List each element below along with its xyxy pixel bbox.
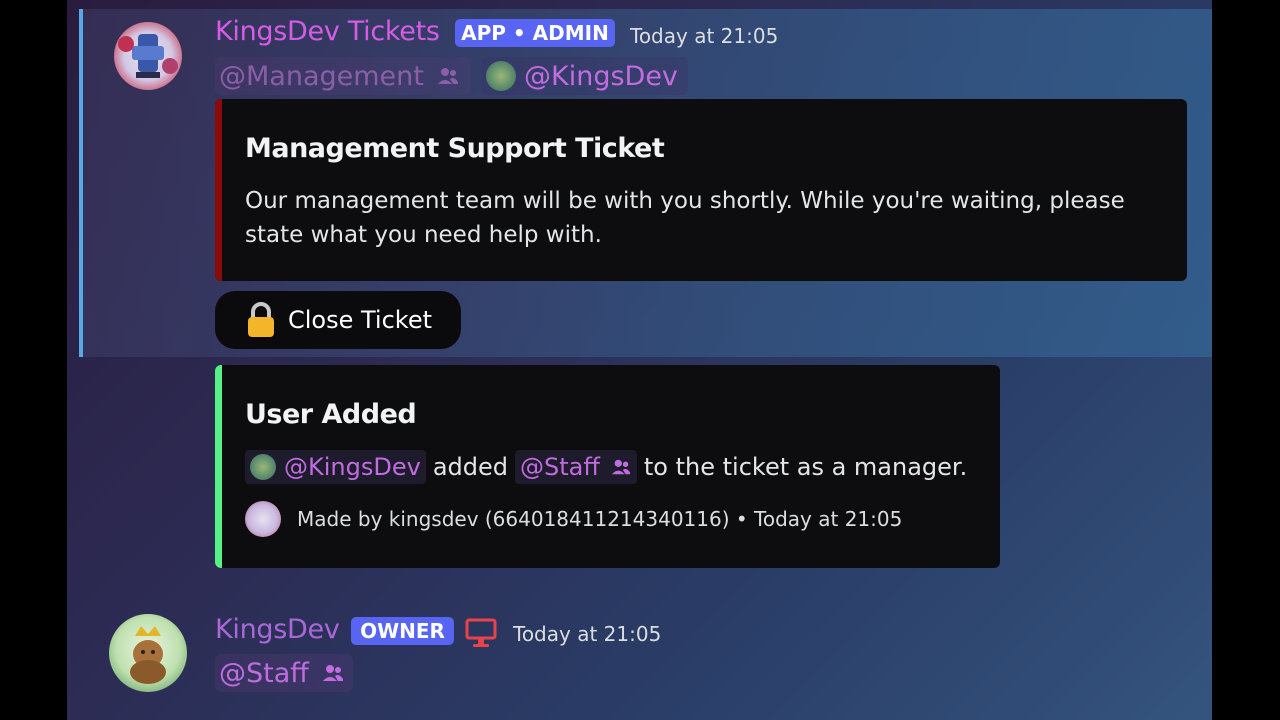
monitor-icon [465,618,497,647]
verb-text: added [432,453,508,481]
mention-role-staff[interactable]: @Staff [215,654,353,692]
embed-description: Our management team will be with you sho… [245,188,1125,248]
footer-text: Made by kingsdev (664018411214340116) • … [297,507,903,531]
mention-label: @Staff [520,453,600,481]
user-avatar-small [486,61,516,91]
rest-text: to the ticket as a manager. [643,453,968,481]
author-name[interactable]: KingsDev [215,614,340,645]
close-ticket-label: Close Ticket [288,306,433,334]
message-timestamp: Today at 21:05 [630,24,779,48]
mention-label: @KingsDev [524,60,678,92]
message-timestamp: Today at 21:05 [513,622,662,646]
mention-label: @Management [219,60,424,92]
chat-panel: KingsDev Tickets APP • ADMIN Today at 21… [67,0,1212,720]
user-avatar[interactable] [109,614,187,692]
footer-avatar [245,501,281,537]
embed-footer: Made by kingsdev (664018411214340116) • … [245,501,902,537]
lock-icon [248,302,274,337]
embed-accent-bar [215,365,222,568]
owner-badge: OWNER [351,617,454,645]
users-icon [611,459,630,475]
user-added-embed: User Added @KingsDev added @Staff to the… [215,365,1000,568]
mention-user-kingsdev[interactable]: @KingsDev [482,57,688,95]
embed-description: @KingsDev added @Staff to the ticket as … [245,449,967,485]
mention-label: @Staff [219,657,309,689]
embed-title: Management Support Ticket [245,133,665,164]
user-avatar-small [250,454,276,480]
embed-title: User Added [245,399,417,430]
author-name[interactable]: KingsDev Tickets [215,16,440,47]
users-icon [322,665,343,681]
close-ticket-button[interactable]: Close Ticket [215,291,461,349]
bot-avatar[interactable] [114,22,182,90]
mention-role-staff[interactable]: @Staff [515,450,637,484]
ticket-embed: Management Support Ticket Our management… [215,99,1187,281]
app-admin-badge: APP • ADMIN [455,19,615,47]
embed-accent-bar [215,99,222,281]
mention-user-kingsdev[interactable]: @KingsDev [245,450,426,484]
users-icon [437,68,458,84]
mention-label: @KingsDev [284,453,421,481]
mention-role-management[interactable]: @Management [215,57,471,95]
